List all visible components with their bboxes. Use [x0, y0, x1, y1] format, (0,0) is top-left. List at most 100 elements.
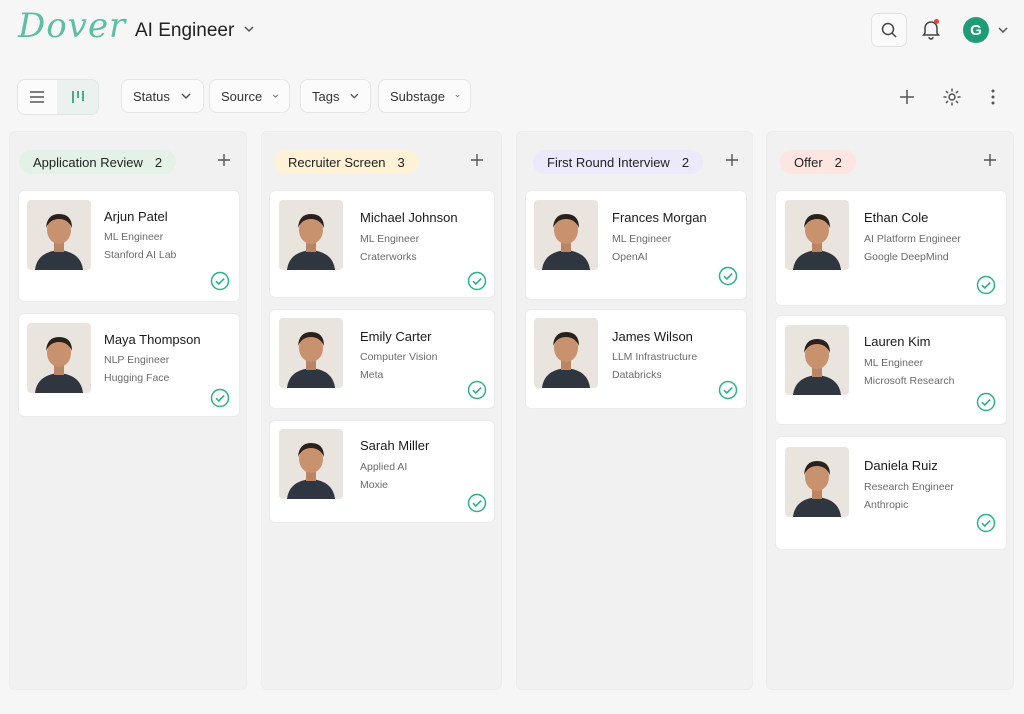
check-circle-icon[interactable]: [467, 493, 487, 513]
candidate-name: Emily Carter: [360, 329, 432, 344]
candidate-org: Microsoft Research: [864, 375, 955, 387]
column-header-pill: Offer 2: [780, 150, 856, 174]
list-view-button[interactable]: [18, 80, 56, 114]
view-toggle: [17, 79, 99, 115]
candidate-card[interactable]: Sarah Miller Applied AI Moxie: [269, 420, 495, 523]
check-circle-icon[interactable]: [976, 513, 996, 533]
candidate-card[interactable]: Maya Thompson NLP Engineer Hugging Face: [18, 313, 240, 417]
check-circle-icon[interactable]: [467, 271, 487, 291]
column-title: Application Review: [33, 154, 143, 170]
plus-icon[interactable]: [215, 151, 233, 169]
candidate-org: Craterworks: [360, 251, 417, 263]
status-filter[interactable]: Status: [121, 79, 204, 113]
kanban-icon: [71, 91, 84, 103]
candidate-photo: [534, 318, 598, 388]
gear-icon: [943, 88, 961, 106]
column-application-review: Application Review 2 Arjun Patel ML Engi…: [9, 131, 247, 690]
candidate-photo: [785, 447, 849, 517]
candidate-role: ML Engineer: [360, 233, 420, 245]
candidate-role: Applied AI: [360, 461, 408, 473]
candidate-card[interactable]: Emily Carter Computer Vision Meta: [269, 309, 495, 409]
check-circle-icon[interactable]: [467, 380, 487, 400]
column-header-pill: Application Review 2: [19, 150, 177, 174]
column-header-pill: First Round Interview 2: [533, 150, 704, 174]
column-count: 3: [397, 154, 405, 170]
candidate-card[interactable]: Frances Morgan ML Engineer OpenAI: [525, 190, 747, 300]
candidate-photo: [27, 200, 91, 270]
plus-icon[interactable]: [981, 151, 999, 169]
candidate-photo: [534, 200, 598, 270]
column-count: 2: [681, 154, 690, 170]
chevron-down-icon: [181, 93, 191, 100]
candidate-card[interactable]: James Wilson LLM Infrastructure Databric…: [525, 309, 747, 409]
chevron-down-icon[interactable]: [242, 22, 256, 36]
bell-icon[interactable]: [919, 17, 943, 41]
candidate-card[interactable]: Arjun Patel ML Engineer Stanford AI Lab: [18, 190, 240, 302]
column-title: Offer: [794, 154, 823, 170]
column-count: 2: [834, 154, 842, 170]
search-icon: [881, 22, 897, 38]
candidate-name: Lauren Kim: [864, 334, 931, 349]
candidate-card[interactable]: Michael Johnson ML Engineer Craterworks: [269, 190, 495, 298]
board-view-button[interactable]: [57, 80, 98, 114]
more-options-button[interactable]: [982, 86, 1004, 108]
list-icon: [30, 91, 44, 103]
check-circle-icon[interactable]: [210, 271, 230, 291]
tags-filter-label: Tags: [312, 88, 340, 104]
chevron-down-icon: [455, 94, 460, 98]
chevron-down-icon: [273, 94, 279, 98]
candidate-org: Moxie: [360, 479, 389, 491]
check-circle-icon[interactable]: [976, 275, 996, 295]
check-circle-icon[interactable]: [976, 392, 996, 412]
column-count: 2: [154, 154, 163, 170]
plus-icon[interactable]: [468, 151, 486, 169]
column-offer: Offer 2 Ethan Cole AI Platform Engineer …: [766, 131, 1014, 690]
check-circle-icon[interactable]: [718, 266, 738, 286]
search-button[interactable]: [871, 13, 907, 47]
top-header: Dover AI Engineer G: [0, 0, 1024, 64]
candidate-org: Stanford AI Lab: [104, 249, 177, 261]
candidate-org: Hugging Face: [104, 372, 170, 384]
job-title[interactable]: AI Engineer: [135, 20, 234, 42]
candidate-name: Michael Johnson: [360, 210, 458, 225]
add-candidate-button[interactable]: [896, 86, 918, 108]
candidate-name: Maya Thompson: [104, 332, 201, 347]
candidate-org: Databricks: [612, 369, 662, 381]
dover-logo[interactable]: Dover: [18, 6, 126, 46]
user-avatar[interactable]: G: [963, 17, 989, 43]
candidate-name: James Wilson: [612, 329, 693, 344]
chevron-down-icon: [350, 93, 359, 99]
plus-icon[interactable]: [723, 151, 741, 169]
candidate-name: Ethan Cole: [864, 210, 929, 225]
candidate-org: Meta: [360, 369, 384, 381]
candidate-name: Frances Morgan: [612, 210, 707, 225]
candidate-role: NLP Engineer: [104, 354, 170, 366]
candidate-card[interactable]: Ethan Cole AI Platform Engineer Google D…: [775, 190, 1007, 306]
substage-filter[interactable]: Substage: [378, 79, 471, 113]
candidate-org: Google DeepMind: [864, 251, 949, 263]
column-header-pill: Recruiter Screen 3: [274, 150, 419, 174]
candidate-photo: [785, 325, 849, 395]
status-filter-label: Status: [133, 88, 170, 104]
candidate-photo: [279, 318, 343, 388]
more-vertical-icon: [991, 89, 995, 105]
candidate-role: ML Engineer: [104, 231, 164, 243]
check-circle-icon[interactable]: [718, 380, 738, 400]
candidate-name: Sarah Miller: [360, 438, 430, 453]
column-title: Recruiter Screen: [288, 154, 386, 170]
check-circle-icon[interactable]: [210, 388, 230, 408]
candidate-role: Research Engineer: [864, 481, 954, 493]
column-recruiter-screen: Recruiter Screen 3 Michael Johnson ML En…: [261, 131, 502, 690]
candidate-name: Arjun Patel: [104, 209, 168, 224]
settings-button[interactable]: [941, 86, 963, 108]
source-filter[interactable]: Source: [209, 79, 290, 113]
column-first-round-interview: First Round Interview 2 Frances Morgan M…: [516, 131, 753, 690]
candidate-role: Computer Vision: [360, 351, 438, 363]
tags-filter[interactable]: Tags: [300, 79, 371, 113]
candidate-name: Daniela Ruiz: [864, 458, 938, 473]
chevron-down-icon[interactable]: [997, 24, 1009, 36]
plus-icon: [900, 90, 914, 104]
notification-dot: [934, 19, 939, 24]
candidate-card[interactable]: Daniela Ruiz Research Engineer Anthropic: [775, 436, 1007, 550]
candidate-card[interactable]: Lauren Kim ML Engineer Microsoft Researc…: [775, 315, 1007, 425]
